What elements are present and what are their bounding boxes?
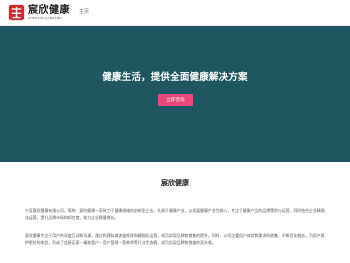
logo-text: 宸欣健康 — [28, 4, 70, 16]
nav-home-link[interactable]: 主页 — [79, 8, 89, 15]
hero-title: 健康生活，提供全面健康解决方案 — [102, 72, 248, 83]
about-title: 宸欣健康 — [161, 179, 189, 187]
site-header: 宸欣健康 CHENXIN JIANKANG 主页 — [0, 0, 350, 26]
about-section: 宸欣健康 宁夏宸欣健康有限公司，简称：宸欣健康一家致力于健康领域的创新型企业。扎… — [0, 162, 350, 263]
logo-subtext: CHENXIN JIANKANG — [28, 15, 63, 20]
site-logo[interactable]: 宸欣健康 CHENXIN JIANKANG — [8, 3, 70, 22]
about-paragraph-1: 宁夏宸欣健康有限公司，简称：宸欣健康一家致力于健康领域的创新型企业。扎根于健康产… — [25, 207, 325, 221]
hero-banner: 健康生活，提供全面健康解决方案 立即咨询 — [0, 26, 350, 162]
consult-button[interactable]: 立即咨询 — [158, 94, 193, 106]
logo-mark-icon — [8, 4, 25, 21]
about-paragraph-2: 宸欣健康专注于用户的深度互动和沟通，通过构建私域流量矩阵和精细化运营，成功实现品… — [25, 232, 325, 246]
